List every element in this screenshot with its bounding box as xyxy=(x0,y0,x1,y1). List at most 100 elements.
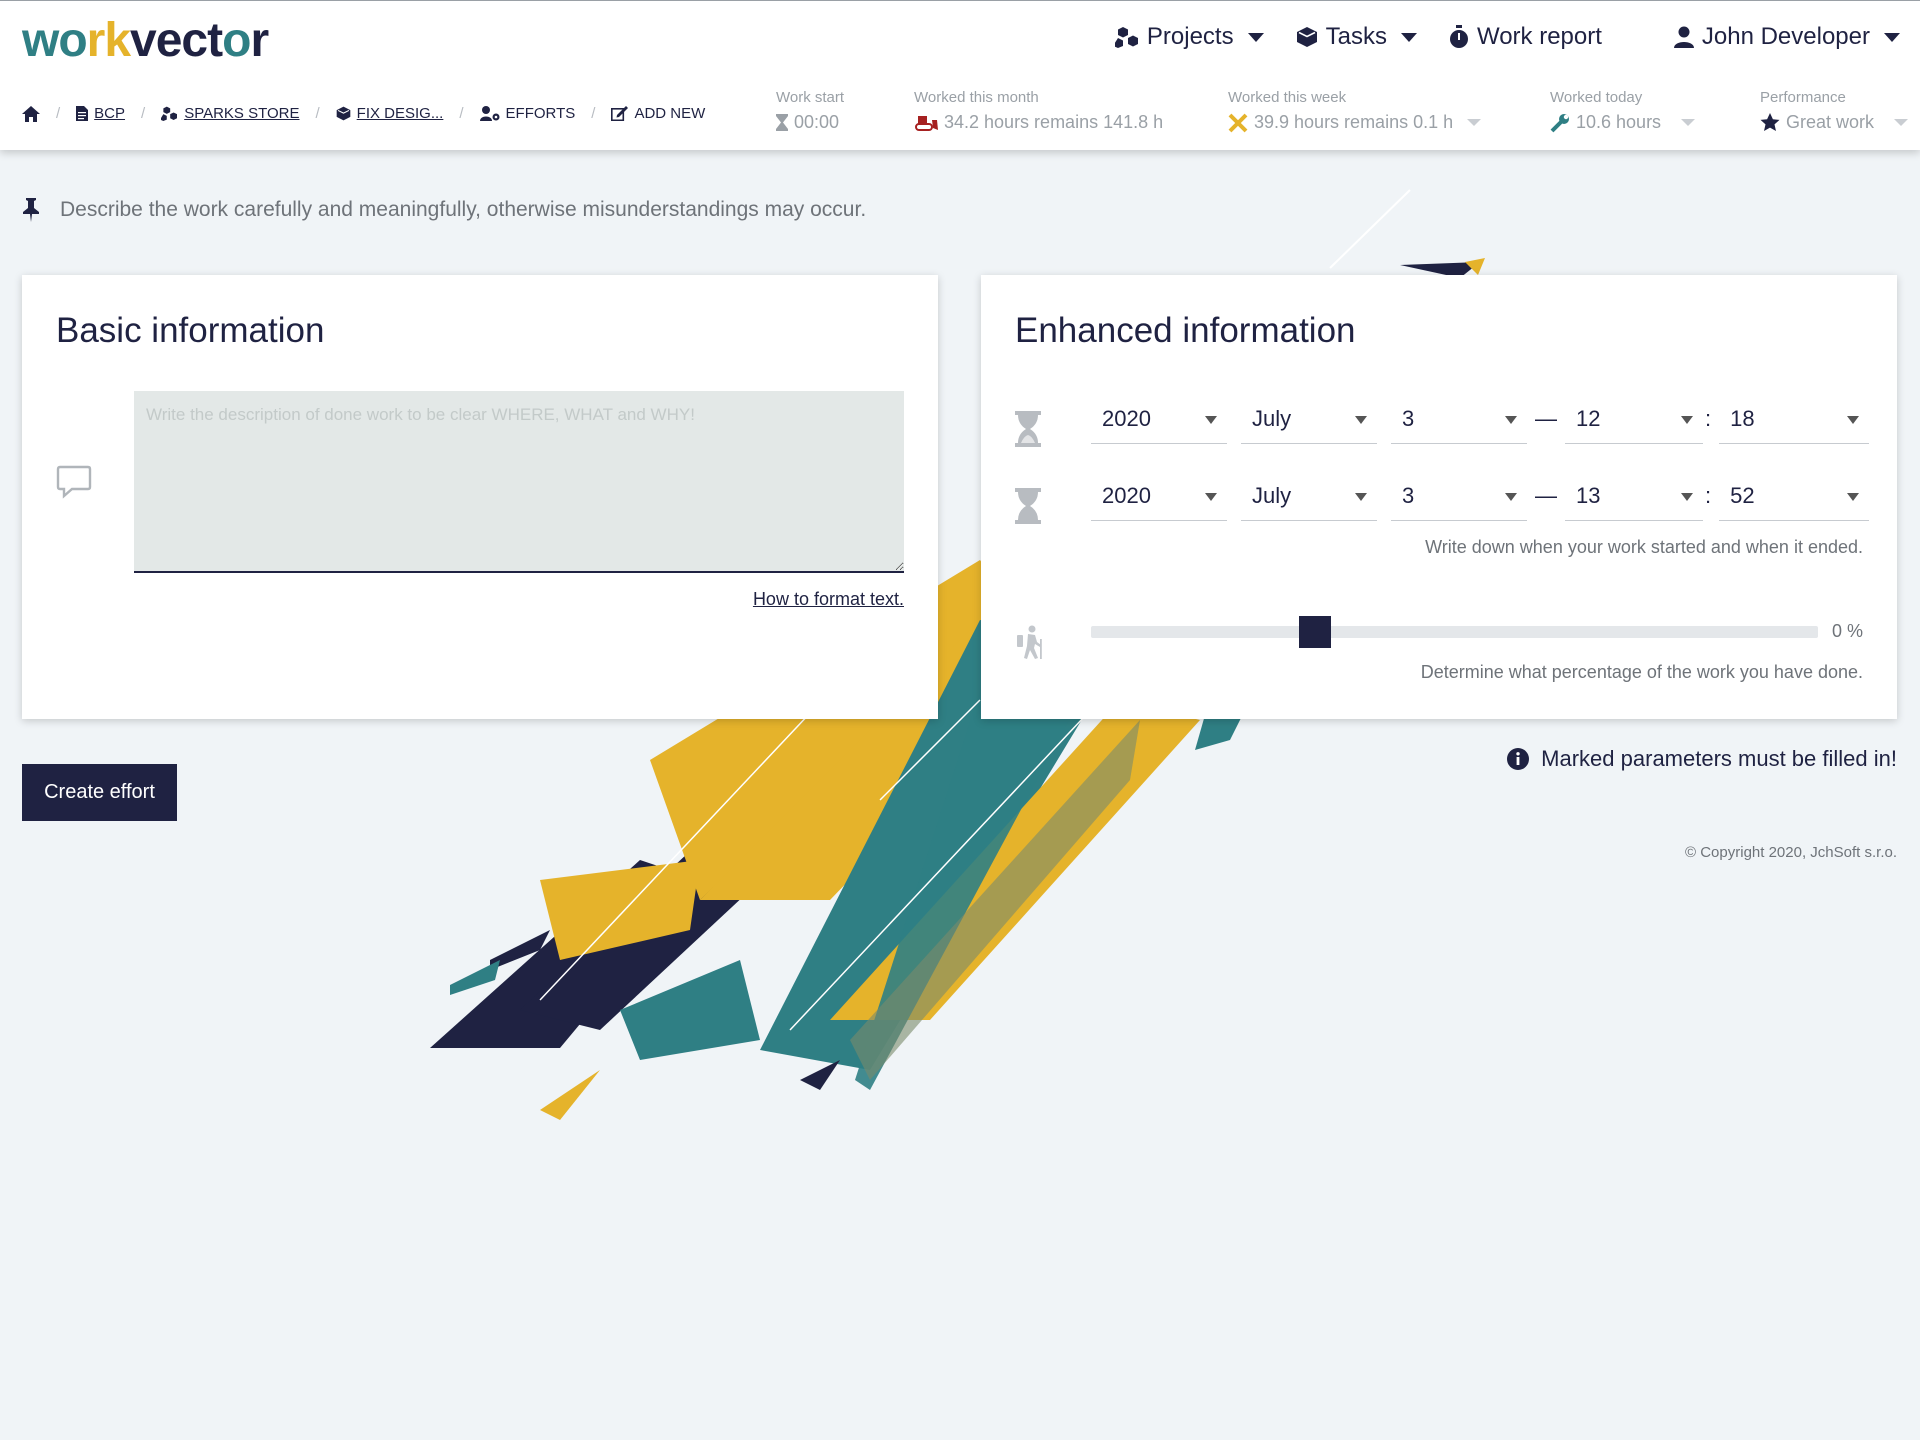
nav-projects[interactable]: Projects xyxy=(1114,23,1264,51)
progress-slider[interactable] xyxy=(1091,616,1818,648)
breadcrumb-separator: / xyxy=(591,105,596,122)
start-datetime-row: 2020 July 3 — 12 : 18 xyxy=(1091,394,1870,444)
select-value: 52 xyxy=(1730,482,1755,508)
breadcrumb-home[interactable] xyxy=(22,105,40,122)
progress-value: 0 % xyxy=(1831,621,1863,641)
stat-value: 10.6 hours xyxy=(1576,112,1662,132)
nav-tasks-label: Tasks xyxy=(1325,23,1387,50)
breadcrumb-separator: / xyxy=(141,105,146,122)
end-year-select[interactable]: 2020 xyxy=(1091,471,1227,521)
nav-tasks[interactable]: Tasks xyxy=(1296,23,1417,51)
chevron-down-icon xyxy=(1247,32,1264,42)
user-name: John Developer xyxy=(1701,23,1870,50)
chevron-down-icon xyxy=(1400,32,1417,42)
nav-work-report-label: Work report xyxy=(1476,23,1602,50)
breadcrumb-separator: / xyxy=(459,105,464,122)
document-icon xyxy=(76,106,89,121)
start-minute-select[interactable]: 18 xyxy=(1719,394,1870,444)
top-nav: Projects Tasks Work report John Develope… xyxy=(1114,23,1900,51)
logo[interactable]: workvector xyxy=(22,13,269,68)
start-hour-select[interactable]: 12 xyxy=(1565,394,1703,444)
end-datetime-row: 2020 July 3 — 13 : 52 xyxy=(1091,471,1870,521)
breadcrumb-efforts[interactable]: EFFORTS xyxy=(479,105,576,122)
cube-icon xyxy=(336,106,350,121)
top-bar: workvector Projects Tasks Work report Jo… xyxy=(0,0,1920,150)
dropdown-arrow-icon xyxy=(1205,416,1217,424)
time-separator: : xyxy=(1705,406,1712,431)
stat-label: Worked today xyxy=(1550,89,1643,106)
tools-icon xyxy=(1228,113,1248,132)
end-month-select[interactable]: July xyxy=(1241,471,1377,521)
nav-work-report[interactable]: Work report xyxy=(1449,23,1602,51)
logo-part: wo xyxy=(22,14,88,67)
description-textarea[interactable] xyxy=(134,391,904,573)
wrench-icon xyxy=(1550,113,1569,132)
chevron-down-icon xyxy=(1884,32,1900,42)
chevron-down-icon xyxy=(1681,119,1696,126)
select-value: 18 xyxy=(1730,405,1755,431)
dropdown-arrow-icon xyxy=(1847,416,1860,424)
user-icon xyxy=(1673,26,1694,48)
edit-icon xyxy=(611,106,629,121)
logo-part: rk xyxy=(86,14,131,67)
end-minute-select[interactable]: 52 xyxy=(1719,471,1870,521)
date-time-separator: — xyxy=(1535,483,1557,508)
dropdown-arrow-icon xyxy=(1205,493,1217,501)
start-year-select[interactable]: 2020 xyxy=(1091,394,1227,444)
slider-thumb[interactable] xyxy=(1299,616,1331,648)
end-day-select[interactable]: 3 xyxy=(1391,471,1527,521)
breadcrumb-label: BCP xyxy=(94,105,126,122)
dropdown-arrow-icon xyxy=(1681,493,1693,501)
breadcrumb-bcp[interactable]: BCP xyxy=(76,105,125,122)
time-separator: : xyxy=(1705,483,1712,508)
dropdown-arrow-icon xyxy=(1505,493,1517,501)
format-help-link[interactable]: How to format text. xyxy=(753,589,904,610)
start-month-select[interactable]: July xyxy=(1241,394,1377,444)
select-value: 3 xyxy=(1402,405,1415,431)
breadcrumb-sparks-store[interactable]: SPARKS STORE xyxy=(161,105,300,122)
star-icon xyxy=(1760,113,1780,131)
card-title: Enhanced information xyxy=(1015,311,1356,350)
select-value: 13 xyxy=(1576,482,1601,508)
progress-hint: Determine what percentage of the work yo… xyxy=(1420,662,1863,682)
hourglass-end-icon xyxy=(1015,488,1041,524)
stat-worked-week[interactable]: Worked this week 39.9 hours remains 0.1 … xyxy=(1228,89,1482,133)
breadcrumb-separator: / xyxy=(56,105,61,122)
home-icon xyxy=(22,105,40,122)
breadcrumb: / BCP / SPARKS STORE / FIX DESIG... / EF… xyxy=(22,105,705,122)
cubes-icon xyxy=(1114,27,1138,48)
stat-performance[interactable]: Performance Great work xyxy=(1760,89,1909,133)
time-hint: Write down when your work started and wh… xyxy=(1425,537,1863,557)
stat-label: Work start xyxy=(776,89,845,106)
nav-projects-label: Projects xyxy=(1146,23,1234,50)
stat-worked-today[interactable]: Worked today 10.6 hours xyxy=(1550,89,1696,133)
breadcrumb-add-new: ADD NEW xyxy=(611,105,705,122)
stat-value: 39.9 hours remains 0.1 h xyxy=(1254,112,1454,132)
end-hour-select[interactable]: 13 xyxy=(1565,471,1703,521)
stat-value: Great work xyxy=(1786,112,1875,132)
breadcrumb-fix-design[interactable]: FIX DESIG... xyxy=(336,105,444,122)
select-value: 3 xyxy=(1402,482,1415,508)
hourglass-icon xyxy=(776,114,788,131)
breadcrumb-label: FIX DESIG... xyxy=(356,105,444,122)
user-cog-icon xyxy=(479,106,500,121)
breadcrumb-label: EFFORTS xyxy=(505,105,576,122)
chevron-down-icon xyxy=(1894,119,1909,126)
logo-part: vect xyxy=(130,14,223,67)
select-value: 2020 xyxy=(1102,482,1151,508)
card-title: Basic information xyxy=(56,311,325,350)
select-value: July xyxy=(1252,482,1292,508)
logo-part: o xyxy=(222,14,251,67)
hourglass-start-icon xyxy=(1015,411,1041,447)
stat-worked-month: Worked this month 34.2 hours remains 141… xyxy=(914,89,1163,133)
breadcrumb-label: SPARKS STORE xyxy=(184,105,300,122)
select-value: 12 xyxy=(1576,405,1601,431)
logo-part: r xyxy=(250,14,269,67)
start-day-select[interactable]: 3 xyxy=(1391,394,1527,444)
stopwatch-icon xyxy=(1449,25,1468,48)
nav-user-menu[interactable]: John Developer xyxy=(1673,23,1900,51)
stat-value: 34.2 hours remains 141.8 h xyxy=(944,112,1164,132)
chevron-down-icon xyxy=(1467,119,1482,126)
breadcrumb-separator: / xyxy=(315,105,320,122)
enhanced-information-card: Enhanced information 2020 July 3 — 12 : … xyxy=(981,275,1897,719)
